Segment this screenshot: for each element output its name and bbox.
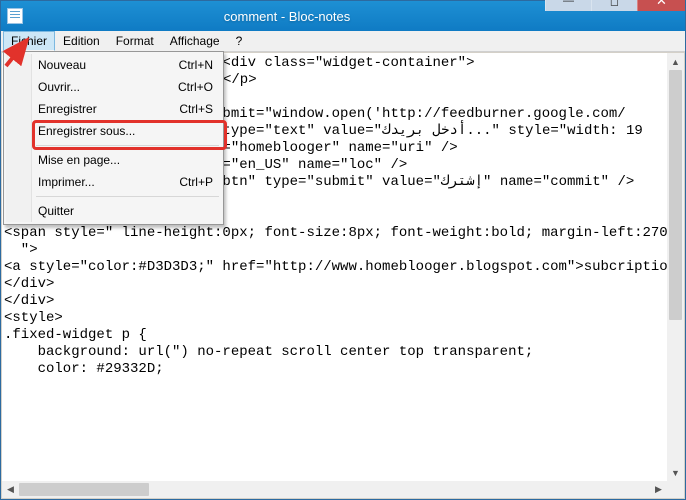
maximize-button[interactable]: ◻ (591, 0, 637, 11)
notepad-window: comment - Bloc-notes — ◻ ✕ Fichier Editi… (0, 0, 686, 500)
close-button[interactable]: ✕ (637, 0, 685, 11)
window-controls: — ◻ ✕ (545, 0, 685, 11)
menu-affichage[interactable]: Affichage (162, 31, 228, 51)
menu-item-label: Enregistrer (38, 102, 97, 116)
menu-item-shortcut: Ctrl+S (179, 102, 213, 116)
horizontal-scroll-thumb[interactable] (19, 483, 149, 496)
menu-item-enregistrer[interactable]: Enregistrer Ctrl+S (6, 98, 221, 120)
menu-separator (36, 145, 219, 146)
menu-format[interactable]: Format (108, 31, 162, 51)
menu-bar: Fichier Edition Format Affichage ? Nouve… (1, 31, 685, 52)
title-bar[interactable]: comment - Bloc-notes — ◻ ✕ (1, 1, 685, 31)
menu-item-mise-en-page[interactable]: Mise en page... (6, 149, 221, 171)
menu-item-nouveau[interactable]: Nouveau Ctrl+N (6, 54, 221, 76)
menu-separator (36, 196, 219, 197)
fichier-dropdown: Nouveau Ctrl+N Ouvrir... Ctrl+O Enregist… (3, 51, 224, 225)
menu-item-label: Enregistrer sous... (38, 124, 135, 138)
minimize-button[interactable]: — (545, 0, 591, 11)
menu-fichier[interactable]: Fichier (3, 31, 55, 51)
scroll-left-icon[interactable]: ◀ (2, 481, 19, 498)
menu-item-shortcut: Ctrl+N (179, 58, 213, 72)
scroll-right-icon[interactable]: ▶ (650, 481, 667, 498)
menu-item-enregistrer-sous[interactable]: Enregistrer sous... (6, 120, 221, 142)
horizontal-scrollbar[interactable]: ◀ ▶ (2, 481, 667, 498)
menu-help[interactable]: ? (228, 31, 251, 51)
notepad-icon (7, 8, 23, 24)
menu-item-shortcut: Ctrl+O (178, 80, 213, 94)
menu-item-ouvrir[interactable]: Ouvrir... Ctrl+O (6, 76, 221, 98)
menu-item-label: Nouveau (38, 58, 86, 72)
window-title: comment - Bloc-notes (29, 9, 545, 24)
menu-item-label: Quitter (38, 204, 74, 218)
menu-item-imprimer[interactable]: Imprimer... Ctrl+P (6, 171, 221, 193)
vertical-scroll-thumb[interactable] (669, 70, 682, 320)
menu-edition[interactable]: Edition (55, 31, 108, 51)
menu-item-quitter[interactable]: Quitter (6, 200, 221, 222)
vertical-scrollbar[interactable]: ▲ ▼ (667, 53, 684, 481)
scroll-down-icon[interactable]: ▼ (667, 464, 684, 481)
menu-item-label: Ouvrir... (38, 80, 80, 94)
scroll-up-icon[interactable]: ▲ (667, 53, 684, 70)
menu-item-label: Imprimer... (38, 175, 95, 189)
menu-item-shortcut: Ctrl+P (179, 175, 213, 189)
scroll-corner (667, 481, 684, 498)
menu-item-label: Mise en page... (38, 153, 120, 167)
